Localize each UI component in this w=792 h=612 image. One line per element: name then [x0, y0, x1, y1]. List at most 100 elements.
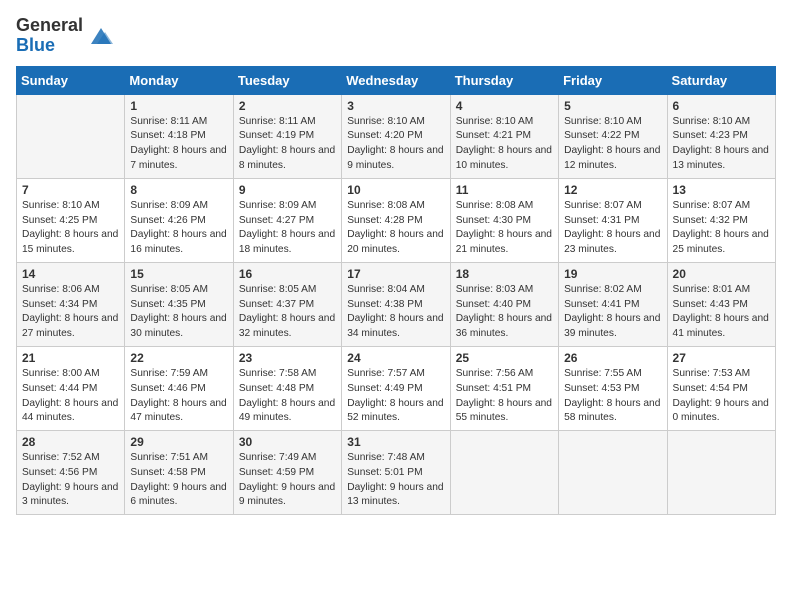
day-info: Sunrise: 8:05 AMSunset: 4:37 PMDaylight:… [239, 283, 336, 342]
calendar-cell [667, 431, 775, 515]
logo-icon [87, 22, 115, 50]
day-number: 12 [564, 183, 661, 197]
calendar-cell: 4 Sunrise: 8:10 AMSunset: 4:21 PMDaylight… [450, 94, 558, 178]
day-info: Sunrise: 7:48 AMSunset: 5:01 PMDaylight:… [347, 451, 444, 510]
day-number: 27 [673, 351, 770, 365]
calendar-cell: 5Sunrise: 8:10 AMSunset: 4:22 PMDaylight… [559, 94, 667, 178]
day-number: 2 [239, 99, 336, 113]
calendar-cell: 9 Sunrise: 8:09 AMSunset: 4:27 PMDaylight… [233, 178, 341, 262]
day-number: 1 [130, 99, 227, 113]
day-number: 18 [456, 267, 553, 281]
calendar-cell [450, 431, 558, 515]
day-number: 30 [239, 435, 336, 449]
day-info: Sunrise: 8:11 AMSunset: 4:19 PMDaylight:… [239, 115, 336, 174]
day-info: Sunrise: 8:09 AMSunset: 4:26 PMDaylight:… [130, 199, 227, 258]
day-info: Sunrise: 7:59 AMSunset: 4:46 PMDaylight:… [130, 367, 227, 426]
day-info: Sunrise: 7:49 AMSunset: 4:59 PMDaylight:… [239, 451, 336, 510]
calendar-cell: 16 Sunrise: 8:05 AMSunset: 4:37 PMDayligh… [233, 262, 341, 346]
calendar-cell: 17 Sunrise: 8:04 AMSunset: 4:38 PMDayligh… [342, 262, 450, 346]
day-info: Sunrise: 8:11 AMSunset: 4:18 PMDaylight:… [130, 115, 227, 174]
calendar-cell: 30 Sunrise: 7:49 AMSunset: 4:59 PMDayligh… [233, 431, 341, 515]
day-number: 19 [564, 267, 661, 281]
day-number: 4 [456, 99, 553, 113]
day-info: Sunrise: 7:58 AMSunset: 4:48 PMDaylight:… [239, 367, 336, 426]
calendar-cell: 2 Sunrise: 8:11 AMSunset: 4:19 PMDaylight… [233, 94, 341, 178]
day-info: Sunrise: 8:03 AMSunset: 4:40 PMDaylight:… [456, 283, 553, 342]
calendar-week-row: 14Sunrise: 8:06 AMSunset: 4:34 PMDayligh… [17, 262, 776, 346]
calendar-cell: 12 Sunrise: 8:07 AMSunset: 4:31 PMDayligh… [559, 178, 667, 262]
calendar-cell: 13Sunrise: 8:07 AMSunset: 4:32 PMDayligh… [667, 178, 775, 262]
calendar-table: SundayMondayTuesdayWednesdayThursdayFrid… [16, 66, 776, 516]
day-number: 15 [130, 267, 227, 281]
logo-line1: General [16, 16, 83, 36]
day-number: 25 [456, 351, 553, 365]
calendar-cell: 3 Sunrise: 8:10 AMSunset: 4:20 PMDaylight… [342, 94, 450, 178]
header-tuesday: Tuesday [233, 66, 341, 94]
day-number: 13 [673, 183, 770, 197]
day-info: Sunrise: 7:55 AMSunset: 4:53 PMDaylight:… [564, 367, 661, 426]
day-info: Sunrise: 7:52 AMSunset: 4:56 PMDaylight:… [22, 451, 119, 510]
day-number: 21 [22, 351, 119, 365]
day-info: Sunrise: 8:10 AMSunset: 4:23 PMDaylight:… [673, 115, 770, 174]
calendar-cell: 15 Sunrise: 8:05 AMSunset: 4:35 PMDayligh… [125, 262, 233, 346]
day-number: 10 [347, 183, 444, 197]
calendar-week-row: 28 Sunrise: 7:52 AMSunset: 4:56 PMDayligh… [17, 431, 776, 515]
day-info: Sunrise: 8:08 AMSunset: 4:28 PMDaylight:… [347, 199, 444, 258]
calendar-cell: 26 Sunrise: 7:55 AMSunset: 4:53 PMDayligh… [559, 346, 667, 430]
day-number: 9 [239, 183, 336, 197]
day-info: Sunrise: 8:07 AMSunset: 4:31 PMDaylight:… [564, 199, 661, 258]
day-number: 29 [130, 435, 227, 449]
day-info: Sunrise: 7:56 AMSunset: 4:51 PMDaylight:… [456, 367, 553, 426]
day-number: 3 [347, 99, 444, 113]
calendar-week-row: 7 Sunrise: 8:10 AMSunset: 4:25 PMDaylight… [17, 178, 776, 262]
day-number: 20 [673, 267, 770, 281]
day-info: Sunrise: 7:53 AMSunset: 4:54 PMDaylight:… [673, 367, 770, 426]
header-friday: Friday [559, 66, 667, 94]
day-info: Sunrise: 8:00 AMSunset: 4:44 PMDaylight:… [22, 367, 119, 426]
day-info: Sunrise: 7:51 AMSunset: 4:58 PMDaylight:… [130, 451, 227, 510]
calendar-cell: 28 Sunrise: 7:52 AMSunset: 4:56 PMDayligh… [17, 431, 125, 515]
calendar-cell: 21 Sunrise: 8:00 AMSunset: 4:44 PMDayligh… [17, 346, 125, 430]
calendar-cell: 8 Sunrise: 8:09 AMSunset: 4:26 PMDaylight… [125, 178, 233, 262]
day-number: 28 [22, 435, 119, 449]
logo-line2: Blue [16, 36, 83, 56]
day-number: 16 [239, 267, 336, 281]
calendar-cell: 7 Sunrise: 8:10 AMSunset: 4:25 PMDaylight… [17, 178, 125, 262]
day-number: 8 [130, 183, 227, 197]
calendar-cell: 27 Sunrise: 7:53 AMSunset: 4:54 PMDayligh… [667, 346, 775, 430]
day-info: Sunrise: 8:01 AMSunset: 4:43 PMDaylight:… [673, 283, 770, 342]
calendar-cell: 25 Sunrise: 7:56 AMSunset: 4:51 PMDayligh… [450, 346, 558, 430]
day-info: Sunrise: 8:10 AMSunset: 4:25 PMDaylight:… [22, 199, 119, 258]
calendar-cell: 31Sunrise: 7:48 AMSunset: 5:01 PMDayligh… [342, 431, 450, 515]
day-info: Sunrise: 7:57 AMSunset: 4:49 PMDaylight:… [347, 367, 444, 426]
day-number: 14 [22, 267, 119, 281]
calendar-cell: 11Sunrise: 8:08 AMSunset: 4:30 PMDayligh… [450, 178, 558, 262]
page-header: General Blue [16, 16, 776, 56]
calendar-cell: 1 Sunrise: 8:11 AMSunset: 4:18 PMDaylight… [125, 94, 233, 178]
calendar-cell: 22Sunrise: 7:59 AMSunset: 4:46 PMDayligh… [125, 346, 233, 430]
day-number: 7 [22, 183, 119, 197]
day-info: Sunrise: 8:05 AMSunset: 4:35 PMDaylight:… [130, 283, 227, 342]
day-info: Sunrise: 8:10 AMSunset: 4:21 PMDaylight:… [456, 115, 553, 174]
calendar-week-row: 1 Sunrise: 8:11 AMSunset: 4:18 PMDaylight… [17, 94, 776, 178]
day-info: Sunrise: 8:10 AMSunset: 4:20 PMDaylight:… [347, 115, 444, 174]
day-info: Sunrise: 8:04 AMSunset: 4:38 PMDaylight:… [347, 283, 444, 342]
header-wednesday: Wednesday [342, 66, 450, 94]
calendar-cell [17, 94, 125, 178]
day-info: Sunrise: 8:09 AMSunset: 4:27 PMDaylight:… [239, 199, 336, 258]
day-number: 11 [456, 183, 553, 197]
day-info: Sunrise: 8:10 AMSunset: 4:22 PMDaylight:… [564, 115, 661, 174]
day-number: 6 [673, 99, 770, 113]
calendar-cell [559, 431, 667, 515]
calendar-cell: 29 Sunrise: 7:51 AMSunset: 4:58 PMDayligh… [125, 431, 233, 515]
header-thursday: Thursday [450, 66, 558, 94]
header-sunday: Sunday [17, 66, 125, 94]
logo-text: General Blue [16, 16, 83, 56]
calendar-cell: 14Sunrise: 8:06 AMSunset: 4:34 PMDayligh… [17, 262, 125, 346]
day-number: 26 [564, 351, 661, 365]
calendar-cell: 23Sunrise: 7:58 AMSunset: 4:48 PMDayligh… [233, 346, 341, 430]
logo: General Blue [16, 16, 115, 56]
calendar-cell: 10 Sunrise: 8:08 AMSunset: 4:28 PMDayligh… [342, 178, 450, 262]
day-info: Sunrise: 8:02 AMSunset: 4:41 PMDaylight:… [564, 283, 661, 342]
day-number: 17 [347, 267, 444, 281]
